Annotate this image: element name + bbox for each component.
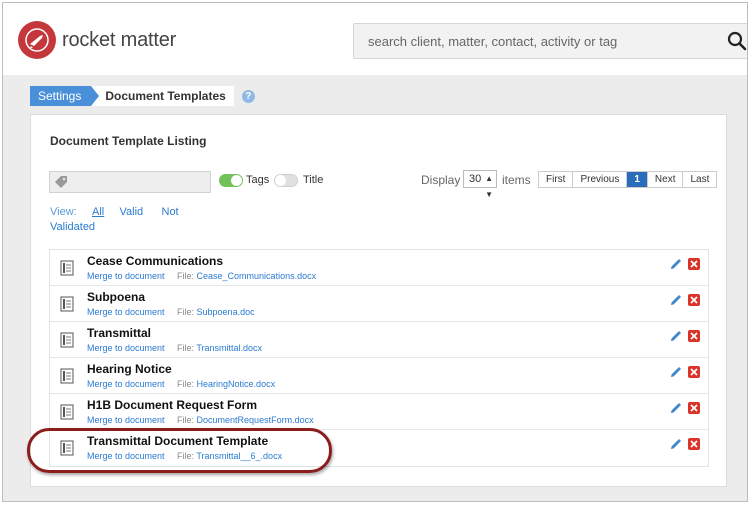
view-valid-link[interactable]: Valid <box>120 206 144 218</box>
merge-to-document-link[interactable]: Merge to document <box>87 415 165 425</box>
merge-to-document-link[interactable]: Merge to document <box>87 379 165 389</box>
pager-next-button[interactable]: Next <box>647 172 684 187</box>
file-info: File: Transmittal.docx <box>177 343 262 353</box>
tags-toggle[interactable] <box>219 174 243 187</box>
highlight-annotation <box>27 428 332 473</box>
pencil-icon[interactable] <box>669 438 682 451</box>
file-label: File: <box>177 415 195 425</box>
app-window: rocket matter search client, matter, con… <box>2 2 748 502</box>
close-icon <box>690 332 698 340</box>
delete-icon[interactable] <box>688 366 700 378</box>
toggle-knob <box>231 175 242 186</box>
search-input[interactable]: search client, matter, contact, activity… <box>368 34 726 49</box>
table-row: Cease Communications Merge to document F… <box>50 250 708 286</box>
pencil-icon[interactable] <box>669 294 682 307</box>
file-info: File: DocumentRequestForm.docx <box>177 415 314 425</box>
search-icon[interactable] <box>726 30 748 52</box>
help-icon[interactable]: ? <box>241 89 255 103</box>
file-link[interactable]: HearingNotice.docx <box>197 379 276 389</box>
file-info: File: Cease_Communications.docx <box>177 271 316 281</box>
file-link[interactable]: DocumentRequestForm.docx <box>197 415 314 425</box>
view-filter: View: All Valid Not Validated <box>50 205 220 235</box>
view-label: View: <box>50 206 77 218</box>
top-bar: rocket matter search client, matter, con… <box>3 3 748 75</box>
table-row: Subpoena Merge to document File: Subpoen… <box>50 286 708 322</box>
pager-first-button[interactable]: First <box>539 172 574 187</box>
merge-to-document-link[interactable]: Merge to document <box>87 271 165 281</box>
close-icon <box>690 260 698 268</box>
close-icon <box>690 368 698 376</box>
items-label: items <box>502 173 531 187</box>
template-title[interactable]: Transmittal <box>87 326 151 340</box>
toggle-knob <box>275 175 286 186</box>
display-count-value: 30 <box>469 173 482 185</box>
file-label: File: <box>177 271 195 281</box>
breadcrumb-document-templates: Document Templates <box>91 86 234 106</box>
table-row: Transmittal Merge to document File: Tran… <box>50 322 708 358</box>
pencil-icon[interactable] <box>669 258 682 271</box>
pager-page-1[interactable]: 1 <box>627 172 648 187</box>
close-icon <box>690 404 698 412</box>
delete-icon[interactable] <box>688 402 700 414</box>
template-title[interactable]: Cease Communications <box>87 254 223 268</box>
template-title[interactable]: Hearing Notice <box>87 362 172 376</box>
pencil-icon[interactable] <box>669 402 682 415</box>
pagination: First Previous 1 Next Last <box>538 171 718 188</box>
file-label: File: <box>177 379 195 389</box>
merge-to-document-link[interactable]: Merge to document <box>87 343 165 353</box>
template-title[interactable]: H1B Document Request Form <box>87 398 257 412</box>
delete-icon[interactable] <box>688 330 700 342</box>
file-link[interactable]: Cease_Communications.docx <box>197 271 317 281</box>
delete-icon[interactable] <box>688 294 700 306</box>
file-label: File: <box>177 343 195 353</box>
pencil-icon[interactable] <box>669 330 682 343</box>
template-title[interactable]: Subpoena <box>87 290 145 304</box>
tag-icon <box>55 176 67 188</box>
close-icon <box>690 296 698 304</box>
pager-previous-button[interactable]: Previous <box>573 172 628 187</box>
panel-title: Document Template Listing <box>50 134 207 148</box>
file-label: File: <box>177 307 195 317</box>
delete-icon[interactable] <box>688 438 700 450</box>
rocket-logo-icon <box>18 21 56 59</box>
logo[interactable]: rocket matter <box>18 21 176 59</box>
document-icon <box>60 296 74 312</box>
file-info: File: Subpoena.doc <box>177 307 255 317</box>
table-row: Hearing Notice Merge to document File: H… <box>50 358 708 394</box>
search-bar[interactable]: search client, matter, contact, activity… <box>353 23 748 59</box>
document-icon <box>60 404 74 420</box>
view-all-link[interactable]: All <box>92 206 104 218</box>
display-label: Display <box>421 173 461 187</box>
delete-icon[interactable] <box>688 258 700 270</box>
file-info: File: HearingNotice.docx <box>177 379 275 389</box>
table-row: H1B Document Request Form Merge to docum… <box>50 394 708 430</box>
merge-to-document-link[interactable]: Merge to document <box>87 307 165 317</box>
tags-toggle-label: Tags <box>246 174 270 186</box>
pager-last-button[interactable]: Last <box>683 172 717 187</box>
document-icon <box>60 368 74 384</box>
close-icon <box>690 440 698 448</box>
file-link[interactable]: Subpoena.doc <box>197 307 255 317</box>
tag-filter-input[interactable] <box>49 171 211 193</box>
document-icon <box>60 332 74 348</box>
pencil-icon[interactable] <box>669 366 682 379</box>
title-toggle[interactable] <box>274 174 298 187</box>
title-toggle-label: Title <box>303 174 324 186</box>
stepper-arrows-icon: ▲ ▼ <box>485 174 493 199</box>
file-link[interactable]: Transmittal.docx <box>196 343 262 353</box>
document-icon <box>60 260 74 276</box>
display-count-select[interactable]: 30 ▲ ▼ <box>463 170 497 199</box>
logo-text: rocket matter <box>62 28 177 51</box>
breadcrumb: Settings Document Templates ? <box>30 86 255 106</box>
breadcrumb-settings[interactable]: Settings <box>30 86 100 106</box>
